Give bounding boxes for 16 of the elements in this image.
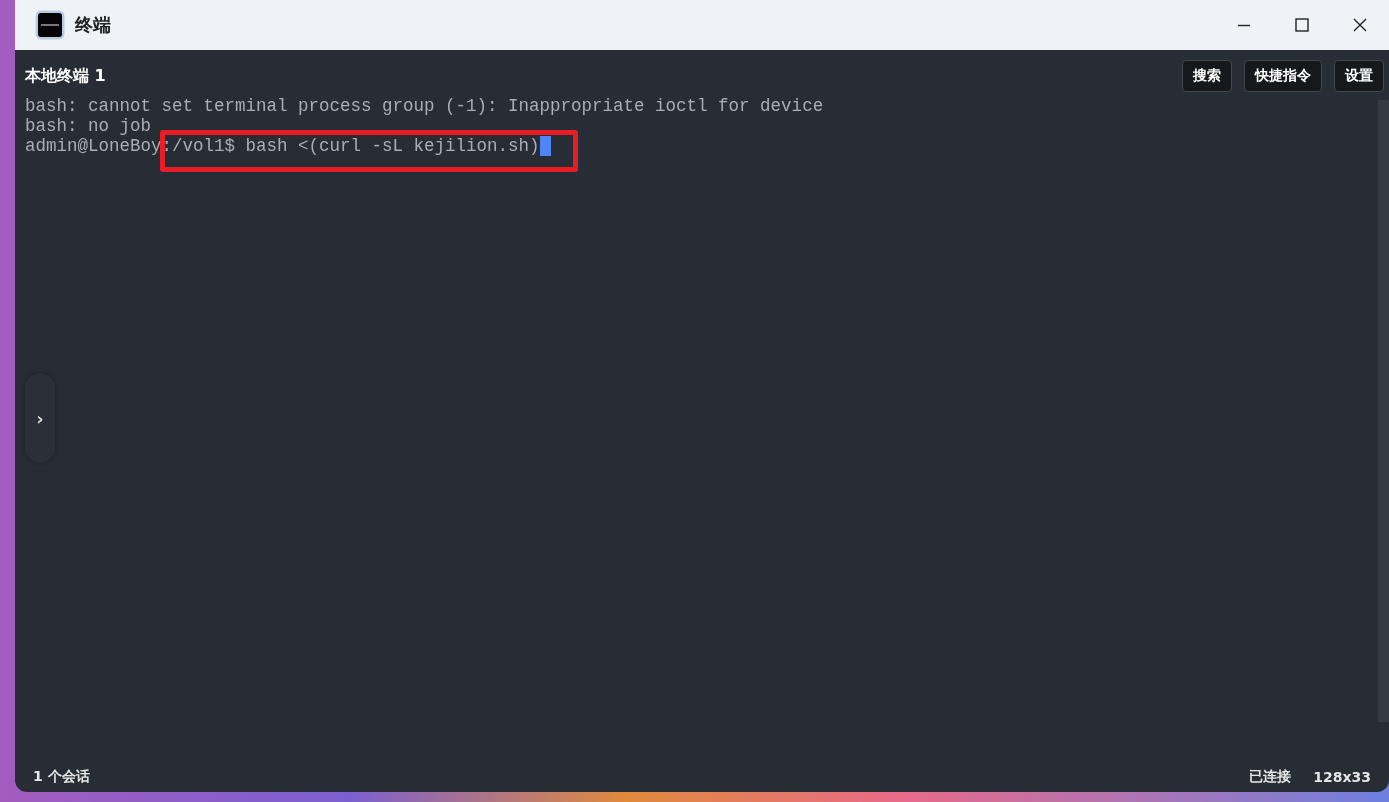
terminal-line: bash: cannot set terminal process group (-1): Inappropriate ioctl for device bbox=[25, 96, 825, 116]
connection-status: 已连接 bbox=[1249, 768, 1292, 786]
session-title: 本地终端 1 bbox=[25, 65, 107, 87]
prompt-host: admin@LoneBoy bbox=[25, 136, 162, 156]
window-title: 终端 bbox=[75, 13, 112, 37]
maximize-icon[interactable] bbox=[1294, 17, 1310, 33]
terminal-line: bash: no job bbox=[25, 116, 153, 136]
sidebar-toggle[interactable]: › bbox=[25, 373, 55, 463]
terminal-size: 128x33 bbox=[1313, 769, 1371, 785]
app-icon bbox=[35, 10, 65, 40]
close-icon[interactable] bbox=[1352, 17, 1368, 33]
command-line: :/vol1$ bash <(curl -sL kejilion.sh) bbox=[161, 136, 540, 156]
toolbar-button[interactable]: 搜索 bbox=[1182, 60, 1232, 92]
session-count: 1 个会话 bbox=[33, 768, 90, 786]
toolbar-button[interactable]: 设置 bbox=[1334, 60, 1384, 92]
toolbar-button[interactable]: 快捷指令 bbox=[1244, 60, 1322, 92]
